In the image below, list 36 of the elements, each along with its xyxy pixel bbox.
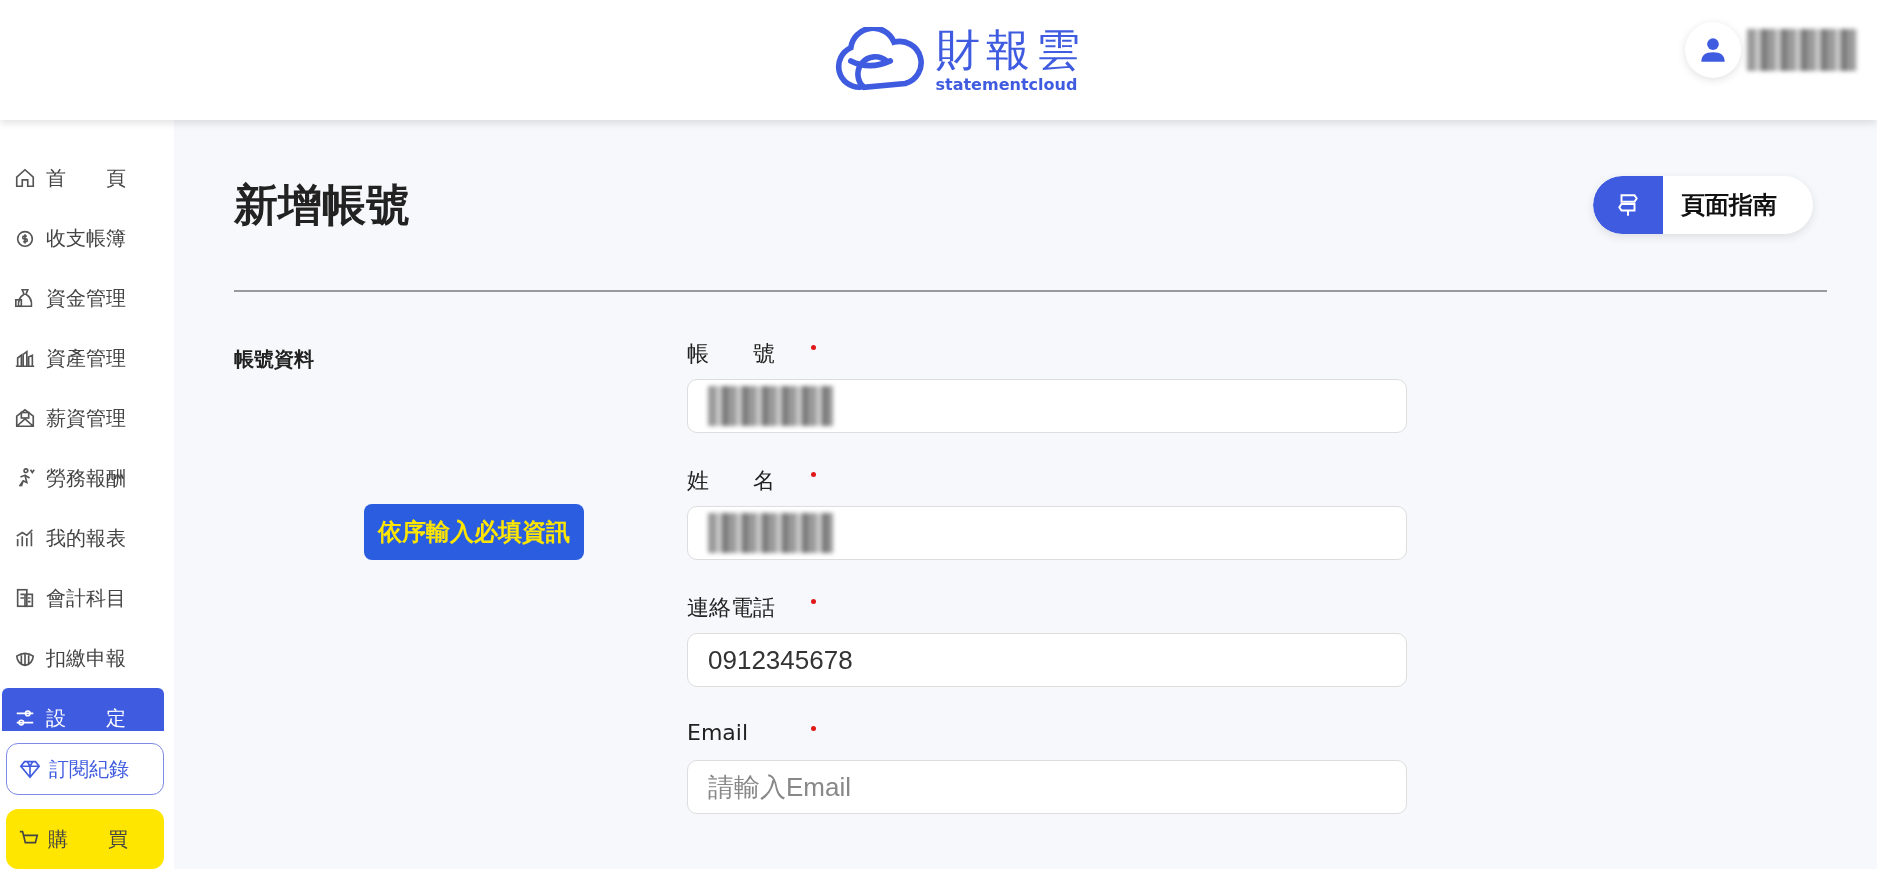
signpost-icon: [1615, 192, 1641, 218]
home-icon: [14, 167, 36, 189]
field-label: Email: [687, 720, 750, 745]
sidebar-item[interactable]: 我的報表: [2, 508, 164, 568]
sidebar-item[interactable]: 會計科目: [2, 568, 164, 628]
document-icon: [14, 587, 36, 609]
sidebar-item[interactable]: 設 定: [2, 688, 164, 732]
sidebar-item[interactable]: 資金管理: [2, 268, 164, 328]
input-field[interactable]: 請輸入Email: [687, 760, 1407, 814]
section-label: 帳號資料: [234, 346, 315, 373]
field-label: 連絡電話: [687, 594, 776, 622]
input-field[interactable]: [687, 379, 1407, 433]
bars-icon: [14, 527, 36, 549]
field-label: 帳 號: [687, 340, 776, 368]
sidebar-item[interactable]: 薪資管理: [2, 388, 164, 448]
logo-tagline: statementcloud: [935, 74, 1078, 94]
envelope-icon: [14, 407, 36, 429]
person-icon: [1699, 36, 1727, 64]
input-field[interactable]: [687, 506, 1407, 560]
sidebar-item[interactable]: 資產管理: [2, 328, 164, 388]
sidebar-item[interactable]: 收支帳簿: [2, 208, 164, 268]
sidebar-item[interactable]: 勞務報酬: [2, 448, 164, 508]
hint-tooltip: 依序輸入必填資訊: [364, 504, 584, 560]
field-label: 姓 名: [687, 467, 776, 495]
settings-icon: [14, 707, 36, 729]
sidebar-item[interactable]: 首 頁: [2, 148, 164, 208]
sidebar-item[interactable]: 扣繳申報: [2, 628, 164, 688]
diamond-icon: [19, 758, 41, 781]
buildings-icon: [14, 347, 36, 369]
page-title: 新增帳號: [234, 177, 410, 232]
logo-name: 財報雲: [935, 26, 1086, 75]
input-field[interactable]: 0912345678: [687, 633, 1407, 687]
subscription-button[interactable]: 訂閱紀錄: [6, 743, 164, 795]
buy-button[interactable]: 購 買: [6, 809, 164, 869]
page-guide-button[interactable]: 頁面指南: [1593, 176, 1813, 234]
user-avatar[interactable]: [1685, 22, 1741, 78]
